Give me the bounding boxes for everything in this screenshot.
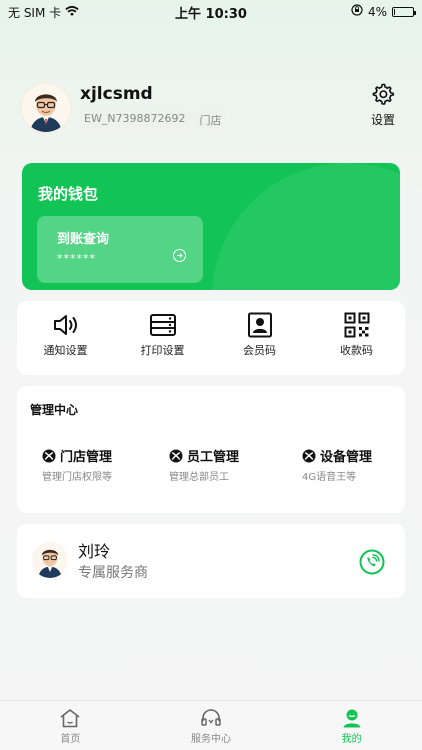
profile-tags: EW_N7398872692 门店 <box>80 110 226 130</box>
manage-item-title: 设备管理 <box>320 450 373 465</box>
quick-action-label: 通知设置 <box>43 344 88 357</box>
xbox-icon <box>42 449 56 462</box>
tab-label: 服务中心 <box>191 734 231 745</box>
headset-icon <box>201 709 221 726</box>
management-center-title: 管理中心 <box>30 403 79 417</box>
gear-icon <box>372 83 395 105</box>
tab-mine[interactable]: 我的 <box>281 701 422 750</box>
arrival-query-title: 到账查询 <box>57 232 110 247</box>
bottom-tab-bar: 首页 服务中心 我的 <box>0 700 422 750</box>
xbox-icon <box>169 449 183 462</box>
management-grid: 门店管理 管理门店权限等 员工管理 管理总部员工 设备管理 4G语音王等 <box>17 446 405 483</box>
payment-code-button[interactable]: 收款码 <box>308 301 405 375</box>
quick-action-label: 收款码 <box>340 344 373 357</box>
phone-icon <box>359 549 385 575</box>
tab-label: 我的 <box>341 734 362 745</box>
orientation-lock-icon <box>351 4 363 19</box>
member-code-button[interactable]: 会员码 <box>211 301 308 375</box>
manage-item-subtitle: 管理门店权限等 <box>42 472 112 483</box>
settings-label: 设置 <box>370 113 395 127</box>
man-with-glasses-avatar-icon <box>22 84 70 132</box>
service-avatar <box>32 542 68 578</box>
manage-item-head: 门店管理 <box>42 446 145 465</box>
account-id-tag: EW_N7398872692 <box>80 110 190 130</box>
status-bar: 无 SIM 卡 上午 10:30 4% <box>0 0 422 22</box>
man-with-glasses-avatar-icon <box>32 542 68 578</box>
manage-item-title: 门店管理 <box>60 450 113 465</box>
manage-item-subtitle: 管理总部员工 <box>169 472 229 483</box>
manage-item-subtitle: 4G语音王等 <box>302 472 357 483</box>
service-provider-card: 刘玲 专属服务商 <box>17 524 405 598</box>
wallet-title: 我的钱包 <box>38 185 99 203</box>
call-button[interactable] <box>359 549 385 579</box>
battery-icon <box>392 6 416 17</box>
quick-action-label: 会员码 <box>243 344 276 357</box>
service-provider-name: 刘玲 <box>78 542 111 561</box>
manage-item-head: 员工管理 <box>169 446 272 465</box>
settings-button[interactable]: 设置 <box>366 82 400 128</box>
service-provider-role: 专属服务商 <box>78 565 148 581</box>
store-management-button[interactable]: 门店管理 管理门店权限等 <box>17 446 145 483</box>
wallet-card[interactable]: 我的钱包 到账查询 ****** <box>22 163 400 290</box>
manage-item-title: 员工管理 <box>187 450 240 465</box>
management-center-panel: 管理中心 门店管理 管理门店权限等 员工管理 管理总部员工 设备管理 4G语音王… <box>17 386 405 513</box>
battery-level <box>394 8 395 15</box>
speaker-icon <box>53 315 77 335</box>
xbox-icon <box>302 449 316 462</box>
user-icon <box>343 709 361 728</box>
wallet-decoration <box>212 163 400 290</box>
manage-item-head: 设备管理 <box>302 446 405 465</box>
member-card-icon <box>247 312 272 338</box>
quick-actions-panel: 通知设置 打印设置 会员码 收款码 <box>17 301 405 375</box>
status-right: 4% <box>351 4 416 19</box>
tab-home[interactable]: 首页 <box>0 701 141 750</box>
tab-service-center[interactable]: 服务中心 <box>141 701 282 750</box>
profile-header: xjlcsmd EW_N7398872692 门店 设置 <box>20 80 402 138</box>
battery-percent: 4% <box>367 4 387 19</box>
notification-settings-button[interactable]: 通知设置 <box>17 301 114 375</box>
quick-action-label: 打印设置 <box>140 344 185 357</box>
avatar[interactable] <box>20 82 72 134</box>
printer-icon <box>149 314 176 336</box>
device-management-button[interactable]: 设备管理 4G语音王等 <box>272 446 405 483</box>
arrival-query-value: ****** <box>57 252 96 265</box>
arrival-query-card[interactable]: 到账查询 ****** <box>37 216 203 283</box>
role-tag: 门店 <box>195 110 226 130</box>
tab-label: 首页 <box>60 734 81 745</box>
username: xjlcsmd <box>80 84 153 104</box>
home-icon <box>60 709 80 728</box>
staff-management-button[interactable]: 员工管理 管理总部员工 <box>145 446 272 483</box>
arrow-right-circle-icon[interactable] <box>173 249 186 262</box>
print-settings-button[interactable]: 打印设置 <box>114 301 211 375</box>
qr-code-icon <box>344 312 369 338</box>
